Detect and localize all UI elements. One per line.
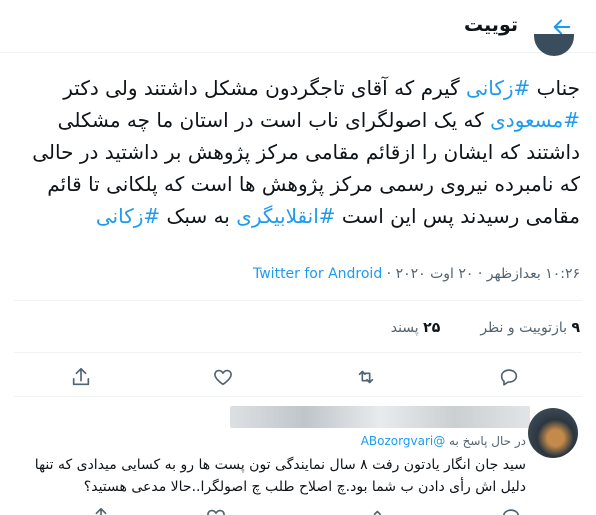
hashtag-link[interactable]: #زکانی — [466, 76, 530, 100]
mention-link[interactable]: @ABozorgvari — [361, 434, 446, 448]
reply-author-avatar[interactable] — [528, 408, 578, 458]
replying-to: در حال پاسخ به @ABozorgvari — [361, 434, 526, 448]
meta-separator: · — [477, 266, 483, 282]
tweet-text-segment: گیرم که آقای تاجگردون مشکل داشتند ولی دک… — [63, 76, 467, 100]
reply-text: سید جان انگار یادتون رفت ۸ سال نمایندگی … — [34, 457, 526, 495]
reply-action-bar — [0, 502, 596, 515]
hashtag-link[interactable]: #مسعودی — [490, 108, 580, 132]
retweets-count: ۹ — [571, 320, 580, 336]
retweet-button[interactable] — [355, 366, 379, 390]
meta-separator: · — [386, 266, 392, 282]
likes-count: ۲۵ — [423, 320, 441, 336]
comment-icon — [500, 369, 518, 386]
heart-icon — [207, 509, 225, 515]
retweet-icon — [373, 510, 381, 515]
replying-to-label: در حال پاسخ به — [449, 434, 526, 448]
tweet-source-link[interactable]: Twitter for Android — [253, 266, 382, 282]
share-icon — [72, 367, 90, 386]
divider — [14, 352, 582, 353]
tweet-action-bar — [0, 360, 596, 396]
comment-icon — [502, 509, 520, 515]
tweet-date[interactable]: ۲۰ اوت ۲۰۲۰ — [396, 266, 474, 282]
reply-share-button[interactable] — [90, 506, 114, 515]
reply-like-button[interactable] — [205, 506, 229, 515]
reply-reply-button[interactable] — [500, 506, 524, 515]
reply-tweet[interactable]: در حال پاسخ به @ABozorgvari سید جان انگا… — [0, 398, 596, 515]
like-button[interactable] — [212, 366, 236, 390]
divider — [14, 396, 582, 397]
share-icon — [95, 507, 107, 515]
retweets-label: بازتوییت و نظر — [480, 320, 567, 336]
reply-button[interactable] — [498, 366, 522, 390]
share-button[interactable] — [70, 366, 94, 390]
divider — [14, 300, 582, 301]
tweet-text-segment: به سبک — [160, 204, 237, 228]
tweet-time[interactable]: ۱۰:۲۶ بعدازظهر — [487, 266, 580, 282]
tweet-text: جناب #زکانی گیرم که آقای تاجگردون مشکل د… — [20, 72, 580, 232]
retweet-icon — [358, 370, 374, 384]
likes-label: پسند — [390, 320, 419, 336]
tweet-text-segment: جناب — [530, 76, 580, 100]
likes-stat[interactable]: ۲۵ پسند — [391, 320, 441, 336]
top-bar: توییت — [0, 0, 596, 53]
retweets-stat[interactable]: ۹ بازتوییت و نظر — [476, 320, 580, 336]
hashtag-link[interactable]: #انقلابیگری — [236, 204, 335, 228]
hashtag-link[interactable]: #زکانی — [96, 204, 160, 228]
reply-author-name-blurred[interactable] — [230, 406, 530, 428]
reply-retweet-button[interactable] — [370, 506, 394, 515]
page-title: توییت — [463, 14, 518, 36]
heart-icon — [214, 369, 232, 386]
tweet-stats: ۹ بازتوییت و نظر ۲۵ پسند — [391, 320, 580, 336]
tweet-meta: ۱۰:۲۶ بعدازظهر · ۲۰ اوت ۲۰۲۰ · Twitter f… — [253, 266, 580, 282]
